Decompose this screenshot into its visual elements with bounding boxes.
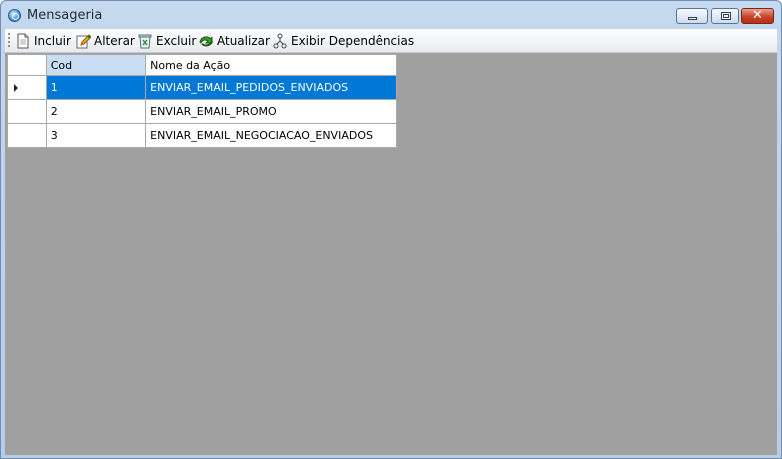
excluir-label: Excluir (156, 34, 197, 48)
new-document-icon (15, 33, 31, 49)
table-row[interactable]: 1 ENVIAR_EMAIL_PEDIDOS_ENVIADOS (7, 75, 397, 100)
alterar-label: Alterar (94, 34, 135, 48)
row-header[interactable] (7, 75, 47, 100)
current-row-arrow-icon (14, 83, 18, 92)
minimize-icon (688, 17, 697, 20)
minimize-button[interactable] (676, 8, 708, 24)
maximize-button[interactable] (711, 8, 739, 24)
table-row[interactable]: 2 ENVIAR_EMAIL_PROMO (7, 99, 397, 124)
atualizar-label: Atualizar (217, 34, 270, 48)
refresh-icon (198, 33, 214, 49)
delete-bin-icon (137, 33, 153, 49)
column-header-cod[interactable]: Cod (45, 54, 147, 76)
row-header-corner[interactable] (7, 54, 47, 76)
maximize-icon (721, 12, 731, 20)
cell-cod[interactable]: 3 (45, 123, 147, 148)
app-icon[interactable] (8, 9, 21, 22)
cell-cod[interactable]: 2 (45, 99, 147, 124)
row-header[interactable] (7, 123, 47, 148)
cell-nome[interactable]: ENVIAR_EMAIL_PROMO (145, 99, 397, 124)
close-button[interactable]: ✕ (741, 8, 774, 24)
exibir-dependencias-label: Exibir Dependências (291, 34, 415, 48)
alterar-button[interactable]: Alterar (75, 31, 135, 51)
close-icon: ✕ (752, 8, 763, 23)
excluir-button[interactable]: Excluir (137, 31, 196, 51)
incluir-button[interactable]: Incluir (15, 31, 71, 51)
incluir-label: Incluir (34, 34, 71, 48)
app-window: Mensageria ✕ Incluir Alterar Excluir Atu… (0, 0, 782, 459)
title-bar[interactable]: Mensageria ✕ (1, 1, 781, 29)
cell-nome[interactable]: ENVIAR_EMAIL_NEGOCIACAO_ENVIADOS (145, 123, 397, 148)
window-title: Mensageria (27, 8, 103, 23)
cell-cod[interactable]: 1 (45, 75, 147, 100)
cell-nome[interactable]: ENVIAR_EMAIL_PEDIDOS_ENVIADOS (145, 75, 397, 100)
data-grid: Cod Nome da Ação 1 ENVIAR_EMAIL_PEDIDOS_… (7, 54, 397, 148)
client-area: Incluir Alterar Excluir Atualizar Exibir… (5, 29, 777, 455)
row-header[interactable] (7, 99, 47, 124)
atualizar-button[interactable]: Atualizar (198, 31, 270, 51)
toolbar-grip[interactable] (8, 33, 10, 48)
toolbar: Incluir Alterar Excluir Atualizar Exibir… (5, 29, 777, 53)
dependency-tree-icon (272, 33, 288, 49)
exibir-dependencias-button[interactable]: Exibir Dependências (272, 31, 414, 51)
column-header-nome-da-acao[interactable]: Nome da Ação (145, 54, 397, 76)
grid-header-row: Cod Nome da Ação (7, 54, 397, 76)
table-row[interactable]: 3 ENVIAR_EMAIL_NEGOCIACAO_ENVIADOS (7, 123, 397, 148)
edit-pencil-icon (75, 33, 92, 49)
